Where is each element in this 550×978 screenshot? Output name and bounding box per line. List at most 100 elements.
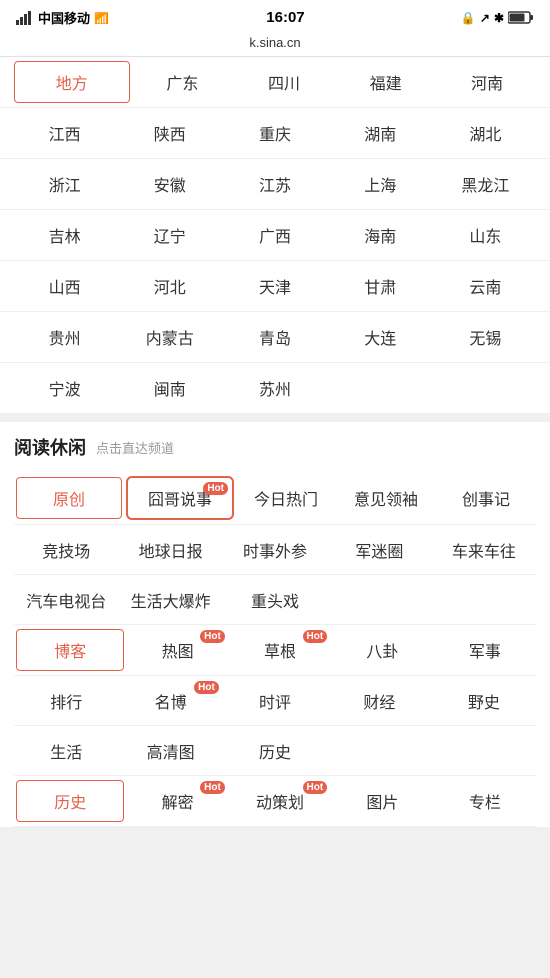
reading-section: 阅读休闲 点击直达频道 原创囧哥说事Hot今日热门意见领袖创事记竞技场地球日报时… [0, 422, 550, 827]
hot-badge: Hot [203, 482, 228, 495]
region-cell[interactable]: 苏州 [222, 363, 327, 413]
wifi-icon: 📶 [94, 12, 110, 24]
channel-cell[interactable]: 原创 [16, 477, 122, 519]
channel-row: 历史解密Hot动策划Hot图片专栏 [14, 776, 536, 827]
channel-cell[interactable]: 草根Hot [229, 626, 331, 674]
channel-cell[interactable]: 车来车往 [432, 526, 536, 574]
url-bar[interactable]: k.sina.cn [0, 31, 550, 57]
channel-cell[interactable]: 重头戏 [223, 576, 327, 624]
region-cell[interactable]: 江西 [12, 108, 117, 158]
status-time: 16:07 [266, 9, 304, 26]
channel-row: 博客热图Hot草根Hot八卦军事 [14, 625, 536, 676]
channel-cell[interactable]: 军迷圈 [327, 526, 431, 574]
region-cell[interactable]: 广西 [222, 210, 327, 260]
region-cell[interactable]: 甘肃 [328, 261, 433, 311]
reading-header: 阅读休闲 点击直达频道 [14, 434, 536, 460]
region-cell[interactable]: 吉林 [12, 210, 117, 260]
region-cell[interactable]: 黑龙江 [433, 159, 538, 209]
channel-cell[interactable]: 地球日报 [118, 526, 222, 574]
channel-cell[interactable]: 财经 [327, 677, 431, 725]
region-cell[interactable]: 大连 [328, 312, 433, 362]
region-cell[interactable]: 河南 [436, 57, 538, 107]
region-cell[interactable]: 四川 [233, 57, 335, 107]
region-cell[interactable]: 重庆 [222, 108, 327, 158]
region-cell[interactable]: 宁波 [12, 363, 117, 413]
status-bar: 中国移动 📶 16:07 🔒 ↗ ✱ [0, 0, 550, 31]
region-cell[interactable]: 山西 [12, 261, 117, 311]
region-cell[interactable]: 广东 [132, 57, 234, 107]
channel-cell[interactable]: 博客 [16, 629, 124, 671]
hot-badge: Hot [303, 781, 328, 794]
channel-cell[interactable]: 生活 [14, 727, 118, 775]
channel-cell[interactable]: 野史 [432, 677, 536, 725]
channel-cell[interactable]: 八卦 [331, 626, 433, 674]
region-cell[interactable]: 湖南 [328, 108, 433, 158]
channel-cell[interactable]: 今日热门 [236, 474, 336, 522]
channel-cell[interactable]: 汽车电视台 [14, 576, 118, 624]
region-cell[interactable]: 山东 [433, 210, 538, 260]
region-cell[interactable]: 陕西 [117, 108, 222, 158]
url-text: k.sina.cn [249, 35, 300, 50]
region-cell[interactable]: 内蒙古 [117, 312, 222, 362]
region-cell[interactable]: 湖北 [433, 108, 538, 158]
reading-subtitle: 点击直达频道 [96, 438, 174, 457]
region-cell[interactable]: 地方 [14, 61, 130, 103]
carrier-label: 中国移动 [38, 8, 90, 27]
battery-icon [508, 11, 534, 24]
region-cell[interactable]: 福建 [335, 57, 437, 107]
region-cell[interactable]: 河北 [117, 261, 222, 311]
status-right: 🔒 ↗ ✱ [461, 11, 534, 25]
bluetooth-icon: ✱ [494, 11, 504, 25]
region-row: 贵州内蒙古青岛大连无锡 [0, 312, 550, 363]
hot-badge: Hot [303, 630, 328, 643]
region-row: 浙江安徽江苏上海黑龙江 [0, 159, 550, 210]
region-cell[interactable]: 无锡 [433, 312, 538, 362]
channel-cell[interactable]: 排行 [14, 677, 118, 725]
region-cell[interactable]: 浙江 [12, 159, 117, 209]
channel-cell[interactable]: 动策划Hot [229, 777, 331, 825]
channel-cell[interactable]: 历史 [16, 780, 124, 822]
hot-badge: Hot [194, 681, 219, 694]
channel-cell[interactable]: 高清图 [118, 727, 222, 775]
channel-cell[interactable]: 时事外参 [223, 526, 327, 574]
reading-title: 阅读休闲 [14, 434, 86, 460]
region-row: 地方广东四川福建河南 [0, 57, 550, 108]
channel-cell[interactable]: 专栏 [434, 777, 536, 825]
region-row: 宁波闽南苏州 [0, 363, 550, 414]
svg-text:📶: 📶 [94, 12, 109, 24]
channel-cell[interactable]: 解密Hot [126, 777, 228, 825]
main-content: 地方广东四川福建河南江西陕西重庆湖南湖北浙江安徽江苏上海黑龙江吉林辽宁广西海南山… [0, 57, 550, 827]
signal-icon [16, 11, 34, 25]
channel-cell[interactable]: 生活大爆炸 [118, 576, 222, 624]
channel-cell[interactable]: 名博Hot [118, 677, 222, 725]
status-left: 中国移动 📶 [16, 8, 110, 27]
channel-cell[interactable]: 图片 [331, 777, 433, 825]
channel-cell[interactable]: 创事记 [436, 474, 536, 522]
channel-cell[interactable]: 军事 [434, 626, 536, 674]
channel-cell[interactable]: 竞技场 [14, 526, 118, 574]
channel-cell[interactable]: 意见领袖 [336, 474, 436, 522]
channel-row: 生活高清图历史 [14, 726, 536, 776]
region-cell[interactable]: 贵州 [12, 312, 117, 362]
channel-rows: 原创囧哥说事Hot今日热门意见领袖创事记竞技场地球日报时事外参军迷圈车来车往汽车… [14, 472, 536, 827]
region-row: 山西河北天津甘肃云南 [0, 261, 550, 312]
channel-cell[interactable]: 热图Hot [126, 626, 228, 674]
region-cell[interactable]: 安徽 [117, 159, 222, 209]
channel-cell[interactable]: 时评 [223, 677, 327, 725]
region-cell[interactable]: 上海 [328, 159, 433, 209]
region-cell[interactable]: 闽南 [117, 363, 222, 413]
region-cell[interactable]: 天津 [222, 261, 327, 311]
region-cell[interactable]: 海南 [328, 210, 433, 260]
channel-row: 排行名博Hot时评财经野史 [14, 676, 536, 726]
channel-row: 竞技场地球日报时事外参军迷圈车来车往 [14, 525, 536, 575]
channel-cell[interactable]: 囧哥说事Hot [126, 476, 234, 520]
region-cell[interactable]: 青岛 [222, 312, 327, 362]
region-cell[interactable] [328, 375, 433, 401]
region-cell[interactable]: 江苏 [222, 159, 327, 209]
region-cell[interactable]: 辽宁 [117, 210, 222, 260]
region-cell[interactable] [433, 375, 538, 401]
region-row: 吉林辽宁广西海南山东 [0, 210, 550, 261]
channel-cell[interactable]: 历史 [223, 727, 327, 775]
region-cell[interactable]: 云南 [433, 261, 538, 311]
hot-badge: Hot [200, 781, 225, 794]
